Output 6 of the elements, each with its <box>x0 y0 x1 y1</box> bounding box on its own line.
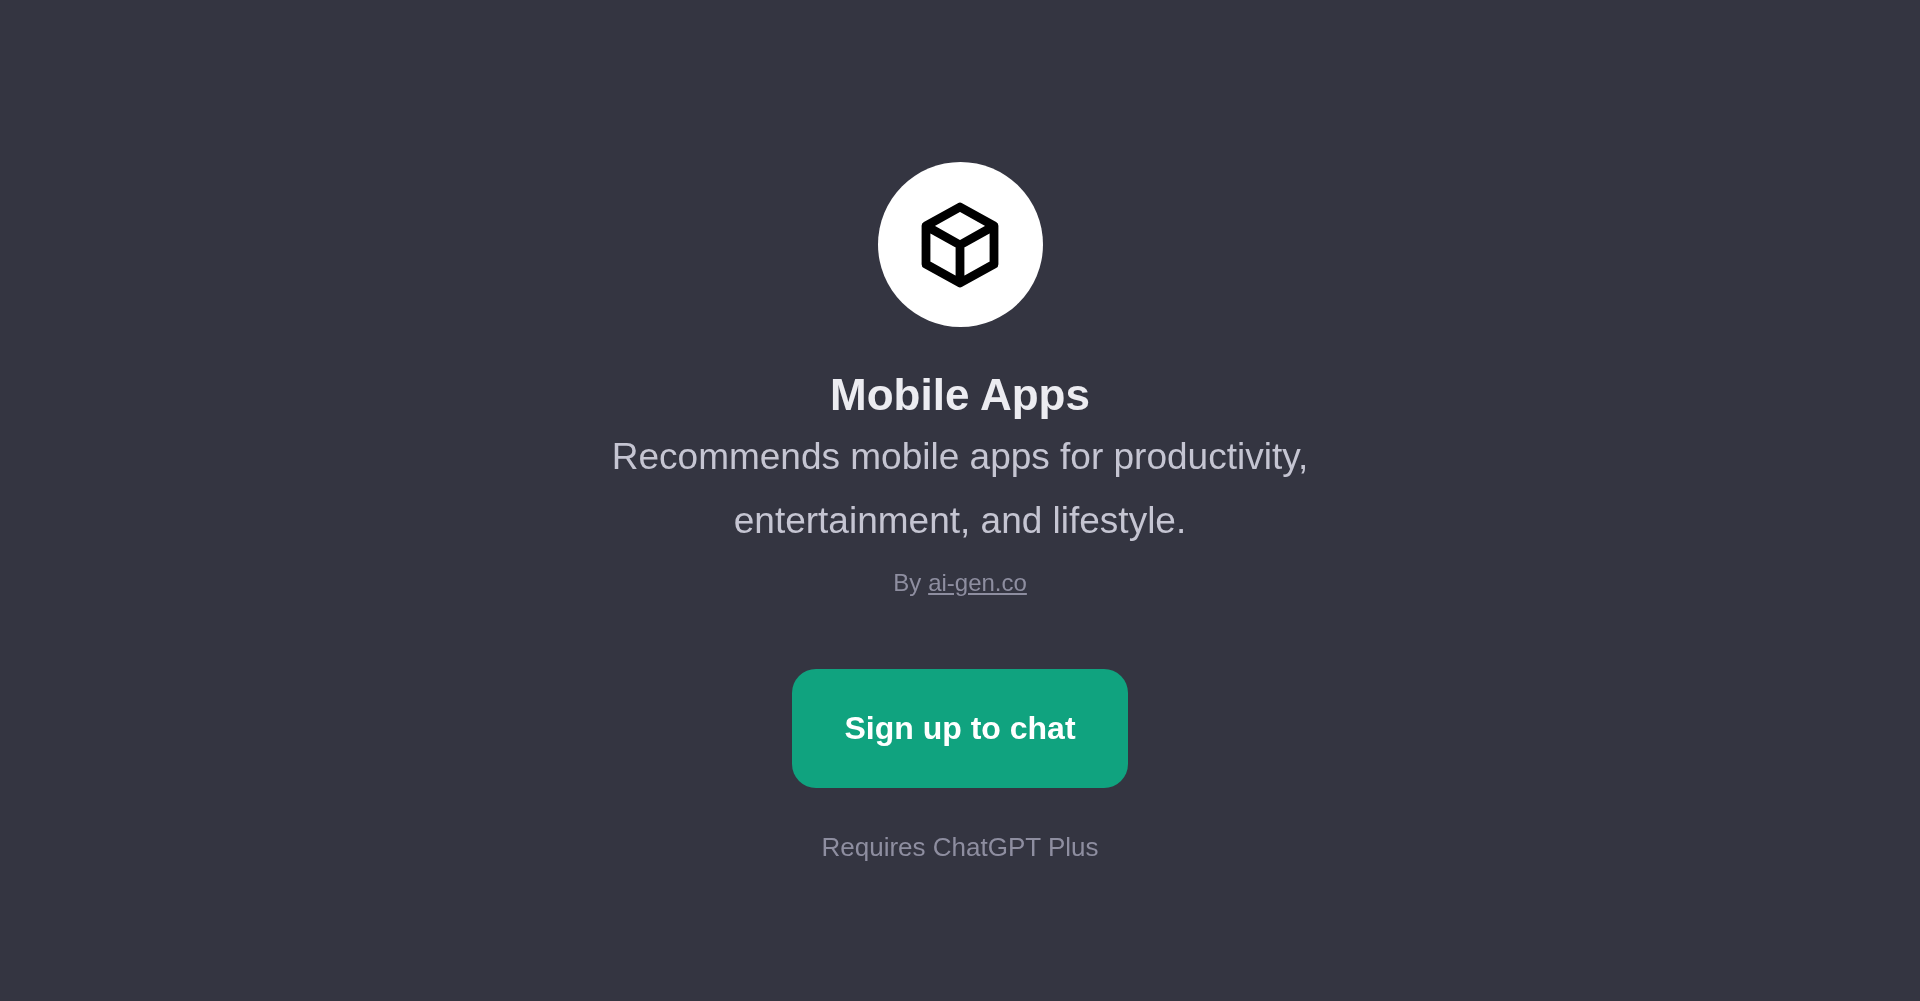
requirement-note: Requires ChatGPT Plus <box>821 832 1099 863</box>
author-link[interactable]: ai-gen.co <box>928 567 1027 599</box>
gpt-title: Mobile Apps <box>830 369 1090 421</box>
author-prefix: By <box>893 568 922 598</box>
sign-up-button[interactable]: Sign up to chat <box>792 669 1128 788</box>
gpt-description: Recommends mobile apps for productivity, entertainment, and lifestyle. <box>610 435 1310 543</box>
